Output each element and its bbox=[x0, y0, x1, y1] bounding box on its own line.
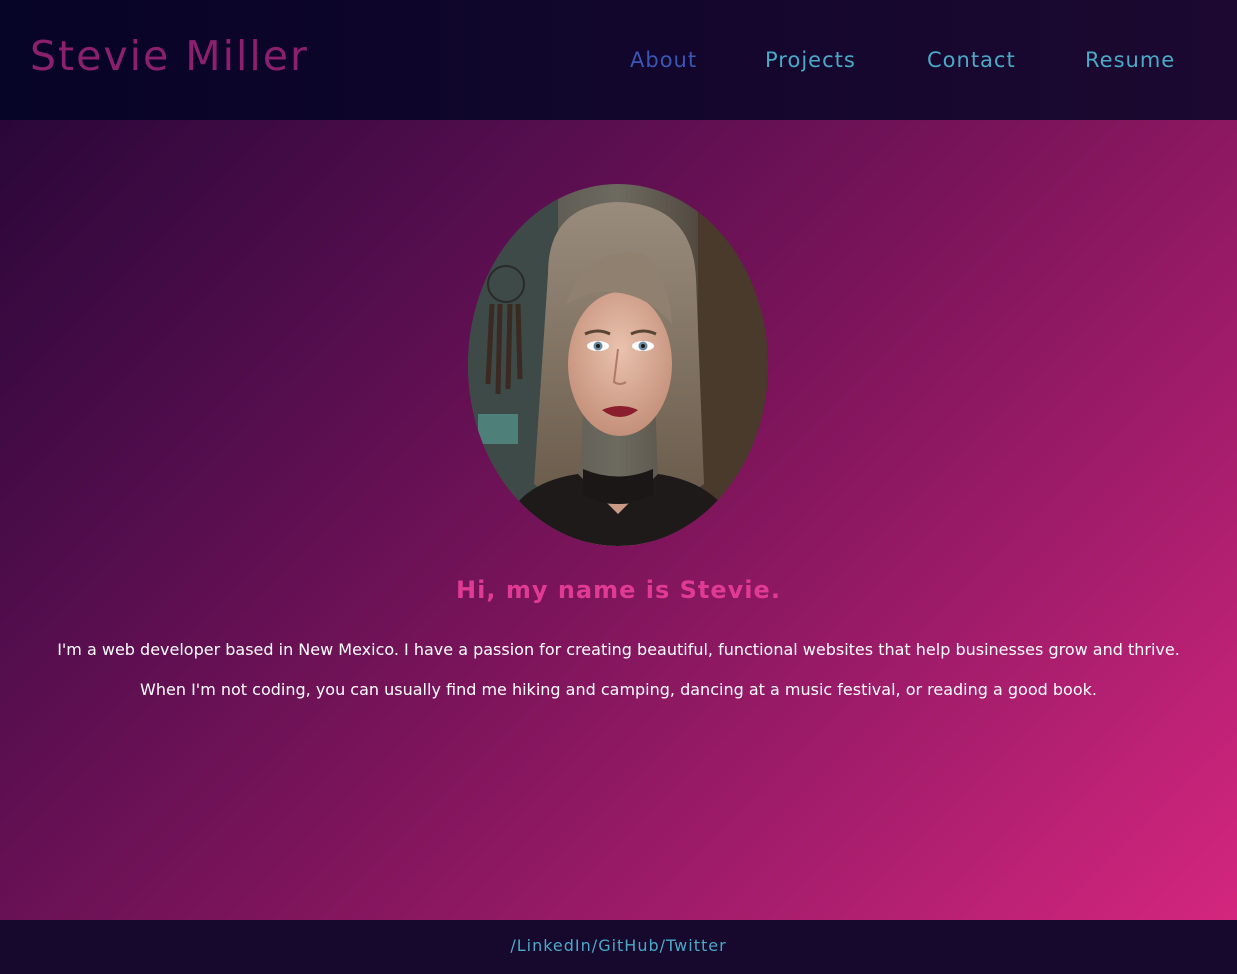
site-footer: /LinkedIn/GitHub/Twitter bbox=[0, 920, 1237, 974]
intro-paragraph: I'm a web developer based in New Mexico.… bbox=[57, 640, 1180, 659]
hobbies-paragraph: When I'm not coding, you can usually fin… bbox=[140, 680, 1097, 699]
github-link[interactable]: GitHub bbox=[598, 936, 659, 955]
greeting-heading: Hi, my name is Stevie. bbox=[456, 576, 781, 604]
social-links: /LinkedIn/GitHub/Twitter bbox=[0, 934, 1237, 958]
site-header: Stevie Miller About Projects Contact Res… bbox=[0, 0, 1237, 120]
nav-link-resume[interactable]: Resume bbox=[1085, 44, 1175, 76]
nav-link-contact[interactable]: Contact bbox=[927, 44, 1016, 76]
twitter-link[interactable]: Twitter bbox=[666, 936, 727, 955]
linkedin-link[interactable]: LinkedIn bbox=[517, 936, 592, 955]
profile-photo bbox=[468, 184, 768, 546]
about-section: Hi, my name is Stevie. I'm a web develop… bbox=[0, 120, 1237, 920]
nav-link-projects[interactable]: Projects bbox=[765, 44, 856, 76]
site-title[interactable]: Stevie Miller bbox=[30, 30, 309, 82]
nav-link-about[interactable]: About bbox=[630, 44, 697, 76]
